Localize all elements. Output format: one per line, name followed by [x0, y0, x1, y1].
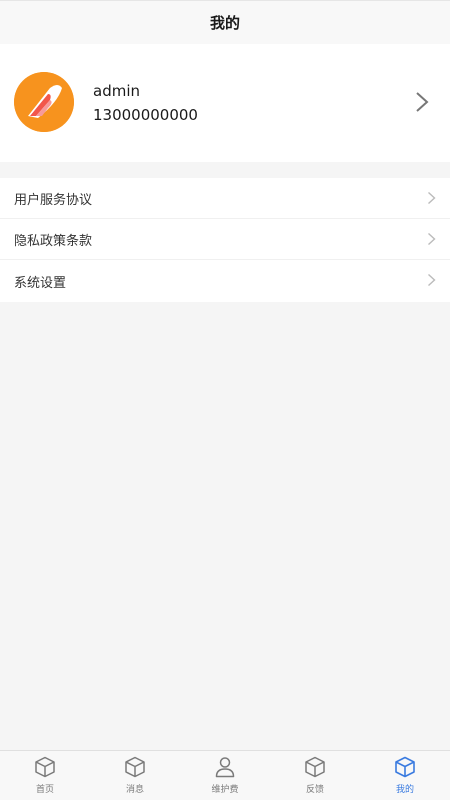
tab-feedback[interactable]: 反馈: [270, 751, 360, 800]
chevron-right-icon[interactable]: [414, 90, 430, 114]
tab-label: 我的: [395, 785, 414, 795]
cube-icon: [35, 756, 55, 778]
cube-icon: [305, 756, 325, 778]
chevron-right-icon: [428, 191, 436, 205]
nav-bar: 我的: [0, 0, 450, 44]
cube-icon: [395, 756, 415, 778]
page-title: 我的: [209, 14, 240, 32]
person-icon: [215, 757, 235, 778]
tab-maintenance-fee[interactable]: 维护费: [180, 751, 270, 800]
app-logo-icon: [14, 72, 74, 132]
menu-item-label: 隐私政策条款: [14, 233, 93, 249]
tab-label: 维护费: [211, 785, 239, 795]
tab-label: 消息: [125, 785, 144, 795]
chevron-right-icon: [428, 273, 436, 287]
avatar: [14, 72, 74, 132]
profile-phone: 13000000000: [93, 106, 198, 124]
chevron-right-icon: [428, 232, 436, 246]
menu-item-user-agreement[interactable]: 用户服务协议: [0, 178, 450, 219]
menu-item-system-settings[interactable]: 系统设置: [0, 260, 450, 302]
profile-card[interactable]: admin 13000000000: [0, 44, 450, 162]
tab-label: 首页: [35, 785, 54, 795]
menu-list: 用户服务协议 隐私政策条款 系统设置: [0, 178, 450, 302]
tab-label: 反馈: [305, 785, 324, 795]
tab-mine[interactable]: 我的: [360, 751, 450, 800]
menu-item-label: 用户服务协议: [14, 192, 93, 208]
cube-icon: [125, 756, 145, 778]
tab-messages[interactable]: 消息: [90, 751, 180, 800]
profile-name: admin: [93, 82, 140, 100]
menu-item-label: 系统设置: [14, 275, 67, 291]
tab-bar: 首页 消息 维护费 反馈 我的: [0, 750, 450, 800]
tab-home[interactable]: 首页: [0, 751, 90, 800]
menu-item-privacy-policy[interactable]: 隐私政策条款: [0, 219, 450, 260]
